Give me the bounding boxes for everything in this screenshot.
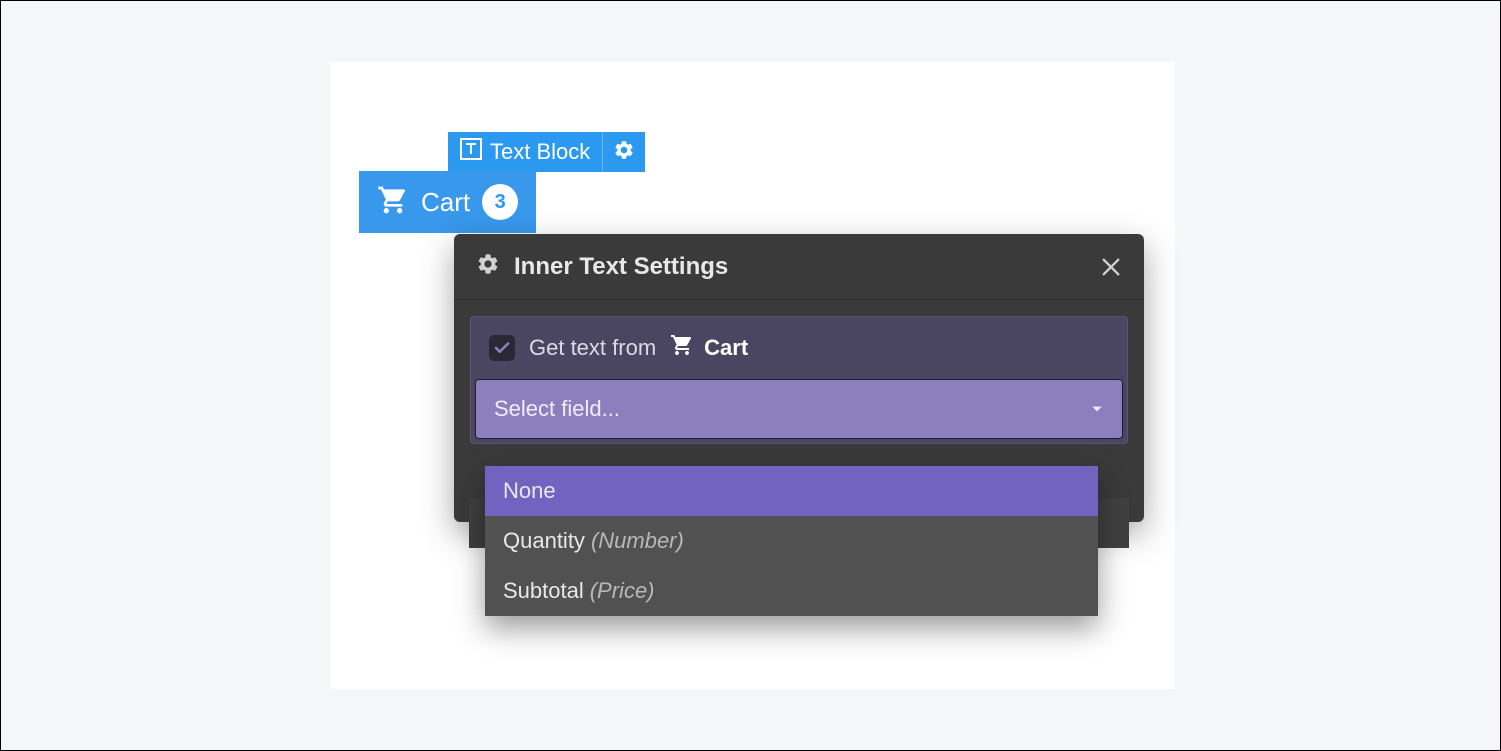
element-label-text-block[interactable]: Text Block <box>448 132 645 172</box>
cart-chip[interactable]: Cart 3 <box>359 171 536 233</box>
source-ref: Cart <box>670 333 748 363</box>
settings-panel-title: Inner Text Settings <box>514 253 1086 281</box>
check-icon <box>493 339 511 357</box>
text-frame-icon <box>460 138 482 166</box>
caret-down-icon <box>1090 396 1104 422</box>
field-dropdown: None Quantity (Number) Subtotal (Price) <box>485 466 1098 616</box>
option-label: None <box>503 478 556 504</box>
option-type: (Number) <box>591 528 684 554</box>
element-label-gear-button[interactable] <box>602 132 645 172</box>
cart-icon <box>377 184 409 221</box>
close-icon <box>1100 256 1122 278</box>
cart-badge: 3 <box>482 184 518 220</box>
dropdown-option-subtotal[interactable]: Subtotal (Price) <box>485 566 1098 616</box>
dropdown-option-none[interactable]: None <box>485 466 1098 516</box>
option-label: Quantity <box>503 528 585 554</box>
cart-chip-label: Cart <box>421 187 470 218</box>
get-text-checkbox[interactable] <box>489 335 515 361</box>
binding-section: Get text from Cart Select field... <box>470 316 1128 444</box>
cart-icon <box>670 333 694 363</box>
gear-icon <box>476 252 500 281</box>
element-label-text: Text Block <box>490 139 590 165</box>
settings-header: Inner Text Settings <box>454 234 1144 300</box>
get-text-label: Get text from <box>529 335 656 361</box>
element-label-main: Text Block <box>448 132 602 172</box>
field-select-placeholder: Select field... <box>494 396 620 422</box>
dropdown-option-quantity[interactable]: Quantity (Number) <box>485 516 1098 566</box>
source-ref-label: Cart <box>704 335 748 361</box>
field-select[interactable]: Select field... <box>475 379 1123 439</box>
close-button[interactable] <box>1100 256 1122 278</box>
outer-frame: Text Block Cart 3 In <box>0 0 1501 751</box>
get-text-row: Get text from Cart <box>471 317 1127 379</box>
option-type: (Price) <box>590 578 655 604</box>
gear-icon <box>613 139 635 166</box>
option-label: Subtotal <box>503 578 584 604</box>
